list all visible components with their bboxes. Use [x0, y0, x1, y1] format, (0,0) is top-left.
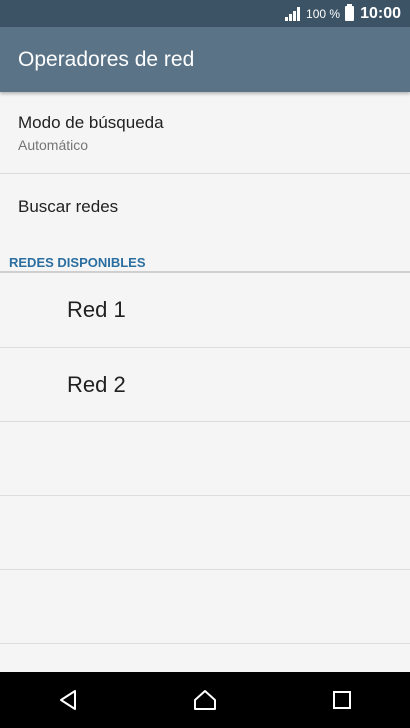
navigation-bar [0, 672, 410, 728]
divider [0, 173, 410, 174]
divider [0, 643, 410, 644]
divider [0, 421, 410, 422]
page-title: Operadores de red [18, 47, 195, 71]
home-button[interactable] [175, 672, 235, 728]
signal-icon [285, 6, 301, 21]
network-item[interactable]: Red 1 [0, 273, 410, 347]
status-bar: 100 % 10:00 [0, 0, 410, 27]
network-item-label: Red 1 [67, 297, 126, 322]
search-mode-value: Automático [18, 137, 89, 153]
clock: 10:00 [360, 4, 401, 22]
back-button[interactable] [38, 672, 98, 728]
search-networks-label: Buscar redes [18, 197, 119, 216]
network-item[interactable]: Red 2 [0, 348, 410, 422]
recents-button[interactable] [312, 672, 372, 728]
battery-percentage: 100 % [306, 6, 341, 21]
home-icon [193, 690, 216, 710]
divider [0, 569, 410, 570]
recents-icon [332, 691, 351, 709]
search-networks-setting[interactable]: Buscar redes [0, 197, 410, 217]
network-item-label: Red 2 [67, 372, 126, 397]
available-networks-header: REDES DISPONIBLES [9, 255, 146, 270]
search-mode-label: Modo de búsqueda [18, 113, 164, 132]
search-mode-setting[interactable]: Modo de búsqueda Automático [0, 113, 410, 153]
back-icon [60, 690, 77, 710]
app-bar: Operadores de red [0, 27, 410, 92]
battery-icon [345, 4, 355, 21]
divider [0, 495, 410, 496]
